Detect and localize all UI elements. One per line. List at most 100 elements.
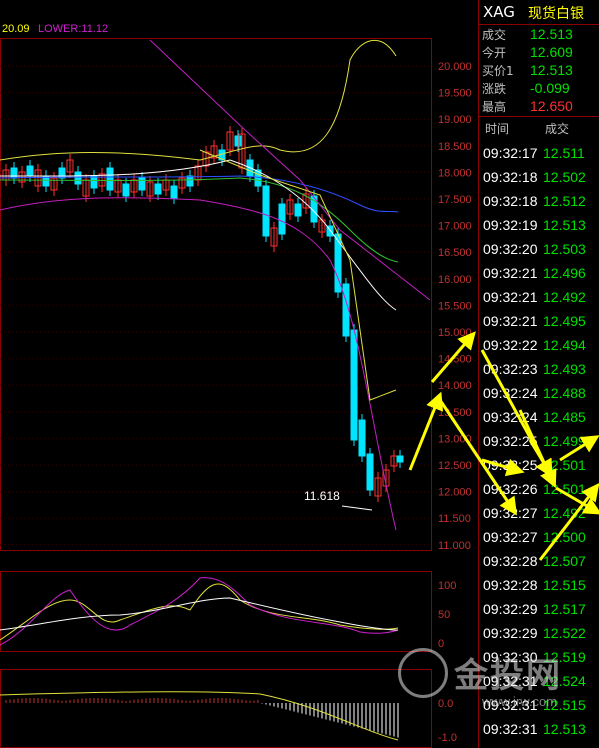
tick-row: 09:32:31 12.524 — [479, 670, 599, 694]
tick-time: 09:32:27 — [483, 505, 538, 521]
quote-value: -0.099 — [530, 80, 570, 96]
price-tick-label: 16.500 — [438, 247, 472, 259]
candle-body — [396, 455, 404, 463]
kdj-lines — [0, 577, 399, 646]
tick-row: 09:32:22 12.494 — [479, 334, 599, 358]
kdj-line — [0, 583, 399, 641]
tick-price: 12.496 — [543, 265, 586, 281]
tick-row: 09:32:24 12.488 — [479, 382, 599, 406]
price-tick-label: 12.000 — [438, 487, 472, 499]
tick-row: 09:32:21 12.496 — [479, 262, 599, 286]
quote-value: 12.650 — [530, 98, 573, 114]
candle-body — [154, 183, 162, 195]
price-tick-label: 15.500 — [438, 300, 472, 312]
kdj-tick-label: 100 — [438, 580, 456, 592]
quote-label: 今开 — [482, 46, 507, 60]
tick-time: 09:32:31 — [483, 673, 538, 689]
tick-price: 12.494 — [543, 337, 586, 353]
tick-time: 09:32:29 — [483, 601, 538, 617]
candle-body — [294, 203, 302, 217]
kdj-frame — [0, 571, 432, 652]
tick-time: 09:32:25 — [483, 433, 538, 449]
tick-row: 09:32:18 12.502 — [479, 166, 599, 190]
tick-time: 09:32:28 — [483, 577, 538, 593]
tick-time: 09:32:18 — [483, 193, 538, 209]
low-marker-line — [341, 505, 373, 511]
tick-price: 12.503 — [543, 241, 586, 257]
tick-time: 09:32:27 — [483, 529, 538, 545]
tick-time: 09:32:31 — [483, 697, 538, 713]
tick-row: 09:32:24 12.485 — [479, 406, 599, 430]
tick-row: 09:32:31 12.513 — [479, 718, 599, 742]
tick-time: 09:32:23 — [483, 361, 538, 377]
ticks-time-header: 时间 — [485, 122, 510, 136]
tick-price: 12.513 — [543, 217, 586, 233]
price-tick-label: 16.000 — [438, 274, 472, 286]
price-tick-label: 14.000 — [438, 380, 472, 392]
tick-price: 12.495 — [543, 313, 586, 329]
tick-time: 09:32:29 — [483, 625, 538, 641]
candle-body — [358, 419, 366, 457]
tick-row: 09:32:31 12.515 — [479, 694, 599, 718]
tick-time: 09:32:28 — [483, 553, 538, 569]
tick-price: 12.515 — [543, 577, 586, 593]
tick-time: 09:32:22 — [483, 337, 538, 353]
tick-row: 09:32:18 12.512 — [479, 190, 599, 214]
tick-price: 12.492 — [543, 505, 586, 521]
price-tick-label: 14.500 — [438, 354, 472, 366]
price-tick-label: 18.000 — [438, 167, 472, 179]
quote-label: 最高 — [482, 100, 507, 114]
candle-body — [90, 175, 98, 189]
kline-chart[interactable]: 20.000 19.500 19.000 18.500 18.000 17.500 17.0… — [0, 0, 478, 748]
kdj-line — [0, 597, 399, 631]
candle-body — [342, 283, 350, 337]
macd-tick-label: -1.0 — [438, 732, 457, 744]
tick-time: 09:32:21 — [483, 265, 538, 281]
tick-price: 12.522 — [543, 625, 586, 641]
quote-label: 成交 — [482, 28, 507, 42]
price-tick-label: 15.000 — [438, 327, 472, 339]
candle-body — [170, 185, 178, 199]
quote-value: 12.513 — [530, 26, 573, 42]
lower-band-label: LOWER:11.12 — [38, 23, 108, 35]
indicator-line — [0, 39, 397, 161]
candle-body — [350, 329, 358, 441]
quote-value: 12.609 — [530, 44, 573, 60]
tick-price: 12.507 — [543, 553, 586, 569]
kdj-line — [0, 577, 399, 646]
tick-time: 09:32:24 — [483, 409, 538, 425]
candle-body — [186, 175, 194, 187]
price-tick-label: 19.500 — [438, 88, 472, 100]
price-tick-label: 13.500 — [438, 407, 472, 419]
price-tick-label: 11.500 — [438, 513, 471, 525]
quote-value: 12.513 — [530, 62, 573, 78]
tick-time: 09:32:21 — [483, 289, 538, 305]
tick-row: 09:32:25 12.501 — [479, 454, 599, 478]
kdj-tick-label: 50 — [438, 609, 450, 621]
candle-body — [58, 167, 66, 179]
symbol-name: 现货白银 — [528, 6, 584, 22]
tick-price: 12.501 — [543, 457, 586, 473]
candle-body — [122, 183, 130, 197]
price-axis: 20.000 19.500 19.000 18.500 18.000 17.500 17.0… — [438, 61, 472, 744]
tick-time: 09:32:20 — [483, 241, 538, 257]
quote-label: 买价1 — [482, 64, 514, 78]
tick-time: 09:32:30 — [483, 649, 538, 665]
quote-row: 成交 12.513 — [479, 26, 599, 43]
candle-body — [26, 165, 34, 177]
tick-row: 09:32:29 12.517 — [479, 598, 599, 622]
quote-row: 最高 12.650 — [479, 98, 599, 115]
tick-time: 09:32:21 — [483, 313, 538, 329]
quote-row: 涨跌 -0.099 — [479, 80, 599, 97]
macd-tick-label: 0.0 — [438, 698, 453, 710]
tick-price: 12.500 — [543, 529, 586, 545]
price-tick-label: 13.000 — [438, 433, 472, 445]
tick-price: 12.492 — [543, 289, 586, 305]
price-gridlines — [0, 65, 431, 546]
tick-row: 09:32:21 12.495 — [479, 310, 599, 334]
tick-time: 09:32:25 — [483, 457, 538, 473]
tick-row: 09:32:27 12.500 — [479, 526, 599, 550]
price-tick-label: 17.500 — [438, 194, 472, 206]
tick-time: 09:32:31 — [483, 721, 538, 737]
kdj-tick-label: 0 — [438, 638, 444, 650]
